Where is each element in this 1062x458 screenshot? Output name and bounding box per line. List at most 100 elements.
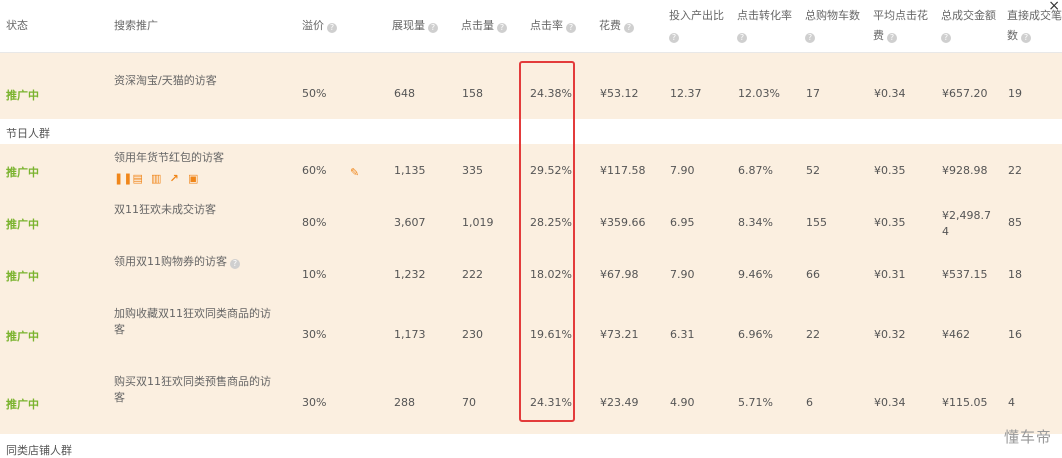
document-icon[interactable]: ▤ [133,173,144,184]
col-carts-label: 总购物车数 [805,9,860,22]
col-carts[interactable]: 总购物车数? [805,6,860,46]
clicks-value: 222 [462,268,483,281]
status-label: 推广中 [6,270,39,283]
premium-value[interactable]: 30% [302,396,326,409]
cost-value: ¥73.21 [600,328,639,341]
cvr-value: 9.46% [738,268,773,281]
impressions-value: 648 [394,87,415,100]
impressions-value: 1,173 [394,328,426,341]
help-icon[interactable]: ? [1021,33,1031,43]
cost-value: ¥23.49 [600,396,639,409]
cpc-value: ¥0.34 [874,396,906,409]
crowd-name-line1: 加购收藏双11狂欢同类商品的访 [114,307,271,320]
gmv-value-line1: ¥2,498.7 [942,209,991,222]
col-roi-label: 投入产出比 [669,9,724,22]
gmv-value: ¥537.15 [942,268,988,281]
help-icon[interactable]: ? [566,23,576,33]
help-icon[interactable]: ? [737,33,747,43]
crowd-name: 资深淘宝/天猫的访客 [114,74,217,87]
direct-value: 22 [1008,164,1022,177]
clicks-value: 70 [462,396,476,409]
col-cvr-label: 点击转化率 [737,9,792,22]
carts-value: 17 [806,87,820,100]
col-cpc[interactable]: 平均点击花费? [873,6,928,46]
table-header: 状态 搜索推广 溢价? 展现量? 点击量? 点击率? 花费? 投入产出比? 点击… [0,0,1062,53]
premium-value[interactable]: 80% [302,216,326,229]
col-gmv-label: 总成交金额 [941,9,996,22]
col-status: 状态 [6,19,28,32]
impressions-value: 1,135 [394,164,426,177]
impressions-value: 288 [394,396,415,409]
cost-value: ¥67.98 [600,268,639,281]
clicks-value: 335 [462,164,483,177]
status-label: 推广中 [6,218,39,231]
col-cost[interactable]: 花费? [599,16,634,36]
col-cvr[interactable]: 点击转化率? [737,6,792,46]
roi-value: 6.95 [670,216,695,229]
cost-value: ¥53.12 [600,87,639,100]
cvr-value: 5.71% [738,396,773,409]
direct-value: 4 [1008,396,1015,409]
col-gmv[interactable]: 总成交金额? [941,6,996,46]
help-icon[interactable]: ? [327,23,337,33]
gmv-value-line2: 4 [942,225,949,238]
status-label: 推广中 [6,166,39,179]
direct-value: 85 [1008,216,1022,229]
edit-premium-icon[interactable]: ✎ [350,166,359,179]
carts-value: 66 [806,268,820,281]
group-header: 同类店铺人群 [0,434,1062,457]
status-label: 推广中 [6,330,39,343]
premium-value[interactable]: 30% [302,328,326,341]
help-icon[interactable]: ? [887,33,897,43]
premium-value[interactable]: 50% [302,87,326,100]
ctr-highlight-box [519,61,575,422]
roi-value: 6.31 [670,328,695,341]
cvr-value: 6.87% [738,164,773,177]
crowd-name: 购买双11狂欢同类预售商品的访客 [114,374,284,406]
premium-value[interactable]: 10% [302,268,326,281]
col-clicks[interactable]: 点击量? [461,16,507,36]
col-roi[interactable]: 投入产出比? [669,6,724,46]
col-clicks-label: 点击量 [461,19,494,32]
cost-value: ¥117.58 [600,164,646,177]
col-direct-label-2: 数 [1007,29,1018,42]
cost-value: ¥359.66 [600,216,646,229]
help-icon[interactable]: ? [230,259,240,269]
roi-value: 7.90 [670,268,695,281]
col-impressions-label: 展现量 [392,19,425,32]
carts-value: 6 [806,396,813,409]
crowd-name: 双11狂欢未成交访客 [114,203,216,216]
help-icon[interactable]: ? [941,33,951,43]
impressions-value: 1,232 [394,268,426,281]
status-label: 推广中 [6,398,39,411]
pause-icon[interactable]: ❚❚ [114,173,132,184]
impressions-value: 3,607 [394,216,426,229]
crowd-name-text: 领用双11购物券的访客 [114,255,227,268]
roi-value: 12.37 [670,87,702,100]
premium-value[interactable]: 60% [302,164,326,177]
close-icon[interactable]: × [1048,0,1060,14]
col-premium[interactable]: 溢价? [302,16,337,36]
col-cpc-label: 平均点击花 [873,9,928,22]
clicks-value: 158 [462,87,483,100]
help-icon[interactable]: ? [428,23,438,33]
chart-icon[interactable]: ↗ [170,173,181,184]
carts-value: 22 [806,328,820,341]
direct-value: 16 [1008,328,1022,341]
gmv-value: ¥928.98 [942,164,988,177]
roi-value: 4.90 [670,396,695,409]
status-label: 推广中 [6,89,39,102]
help-icon[interactable]: ? [497,23,507,33]
help-icon[interactable]: ? [805,33,815,43]
col-ctr[interactable]: 点击率? [530,16,576,36]
cvr-value: 8.34% [738,216,773,229]
crowd-name-line1: 购买双11狂欢同类预售商品的访 [114,375,271,388]
help-icon[interactable]: ? [669,33,679,43]
col-cost-label: 花费 [599,19,621,32]
col-impressions[interactable]: 展现量? [392,16,438,36]
col-cpc-label-2: 费 [873,29,884,42]
trash-icon[interactable]: ▥ [151,173,162,184]
report-icon[interactable]: ▣ [188,173,199,184]
help-icon[interactable]: ? [624,23,634,33]
carts-value: 52 [806,164,820,177]
